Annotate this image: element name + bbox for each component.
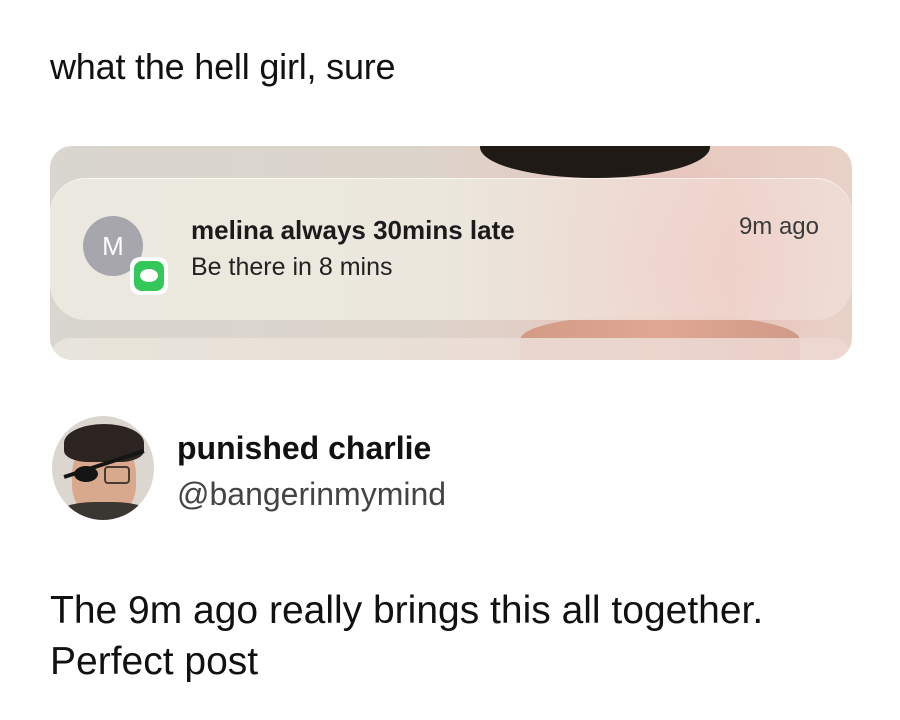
profile-avatar[interactable] <box>52 416 154 520</box>
eyepatch-icon <box>74 466 98 482</box>
user-handle[interactable]: @bangerinmymind <box>177 476 446 513</box>
display-name[interactable]: punished charlie <box>177 430 431 467</box>
reply-text: The 9m ago really brings this all togeth… <box>50 585 870 687</box>
chat-bubble-icon <box>140 269 158 282</box>
caption-text: what the hell girl, sure <box>50 46 396 87</box>
glasses-icon <box>104 466 130 484</box>
avatar-shirt <box>58 502 150 520</box>
notification-title: melina always 30mins late <box>191 215 515 245</box>
stacked-notification[interactable] <box>50 338 852 360</box>
reply-text-line-1: The 9m ago really brings this all togeth… <box>50 589 764 632</box>
message-notification[interactable]: M melina always 30mins late Be there in … <box>50 178 852 320</box>
messages-icon-fill <box>134 261 164 291</box>
notification-screenshot: M melina always 30mins late Be there in … <box>50 146 852 360</box>
notification-body: Be there in 8 mins <box>191 253 393 281</box>
messages-icon <box>130 257 168 295</box>
reply-text-line-2: Perfect post <box>50 640 259 683</box>
notification-time: 9m ago <box>738 213 819 240</box>
